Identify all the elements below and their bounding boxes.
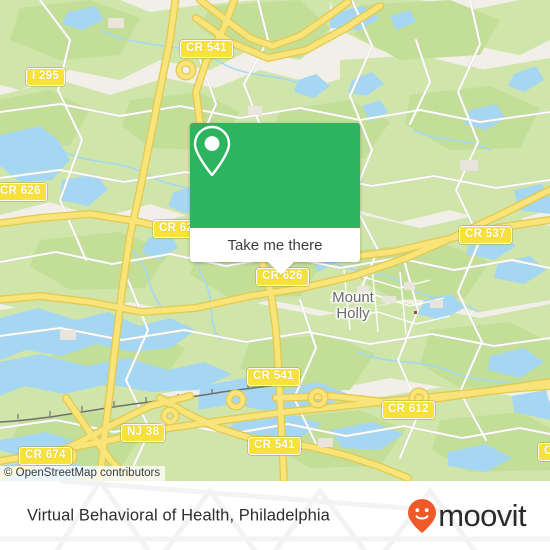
osm-attribution[interactable]: © OpenStreetMap contributors [0, 466, 166, 481]
road-shield-cr612[interactable]: CR 612 [382, 401, 435, 419]
take-me-there-label: Take me there [227, 236, 323, 254]
road-shield-cr674[interactable]: CR 674 [19, 447, 72, 465]
moovit-wordmark: moovit [438, 498, 526, 533]
moovit-smiley-pin-icon [408, 498, 437, 533]
moovit-map-screenshot: Mount Holly CR 541 I 295 CR 626 CR 626 C… [0, 0, 550, 550]
take-me-there-button[interactable]: Take me there [190, 228, 360, 262]
road-shield-cr541-north[interactable]: CR 541 [180, 40, 233, 58]
road-shield-i295[interactable]: I 295 [26, 68, 66, 86]
callout-tail [268, 262, 294, 275]
footer-bar: Virtual Behavioral of Health, Philadelph… [0, 481, 550, 550]
road-shield-cr541-mid[interactable]: CR 541 [247, 368, 300, 386]
road-shield-cr541-south[interactable]: CR 541 [248, 437, 301, 455]
road-shield-cr626-west[interactable]: CR 626 [0, 183, 47, 201]
callout-pin-area [190, 123, 360, 228]
location-pin-icon [193, 125, 231, 177]
take-me-there-callout[interactable]: Take me there [190, 123, 360, 275]
moovit-brand[interactable]: moovit [407, 498, 527, 534]
road-shield-cr6-edge[interactable]: CR 6 [538, 443, 550, 461]
map-canvas[interactable]: Mount Holly CR 541 I 295 CR 626 CR 626 C… [0, 0, 550, 481]
page-title: Virtual Behavioral of Health, Philadelph… [27, 506, 330, 524]
road-shield-nj38[interactable]: NJ 38 [121, 424, 166, 442]
road-shield-cr537[interactable]: CR 537 [459, 226, 512, 244]
